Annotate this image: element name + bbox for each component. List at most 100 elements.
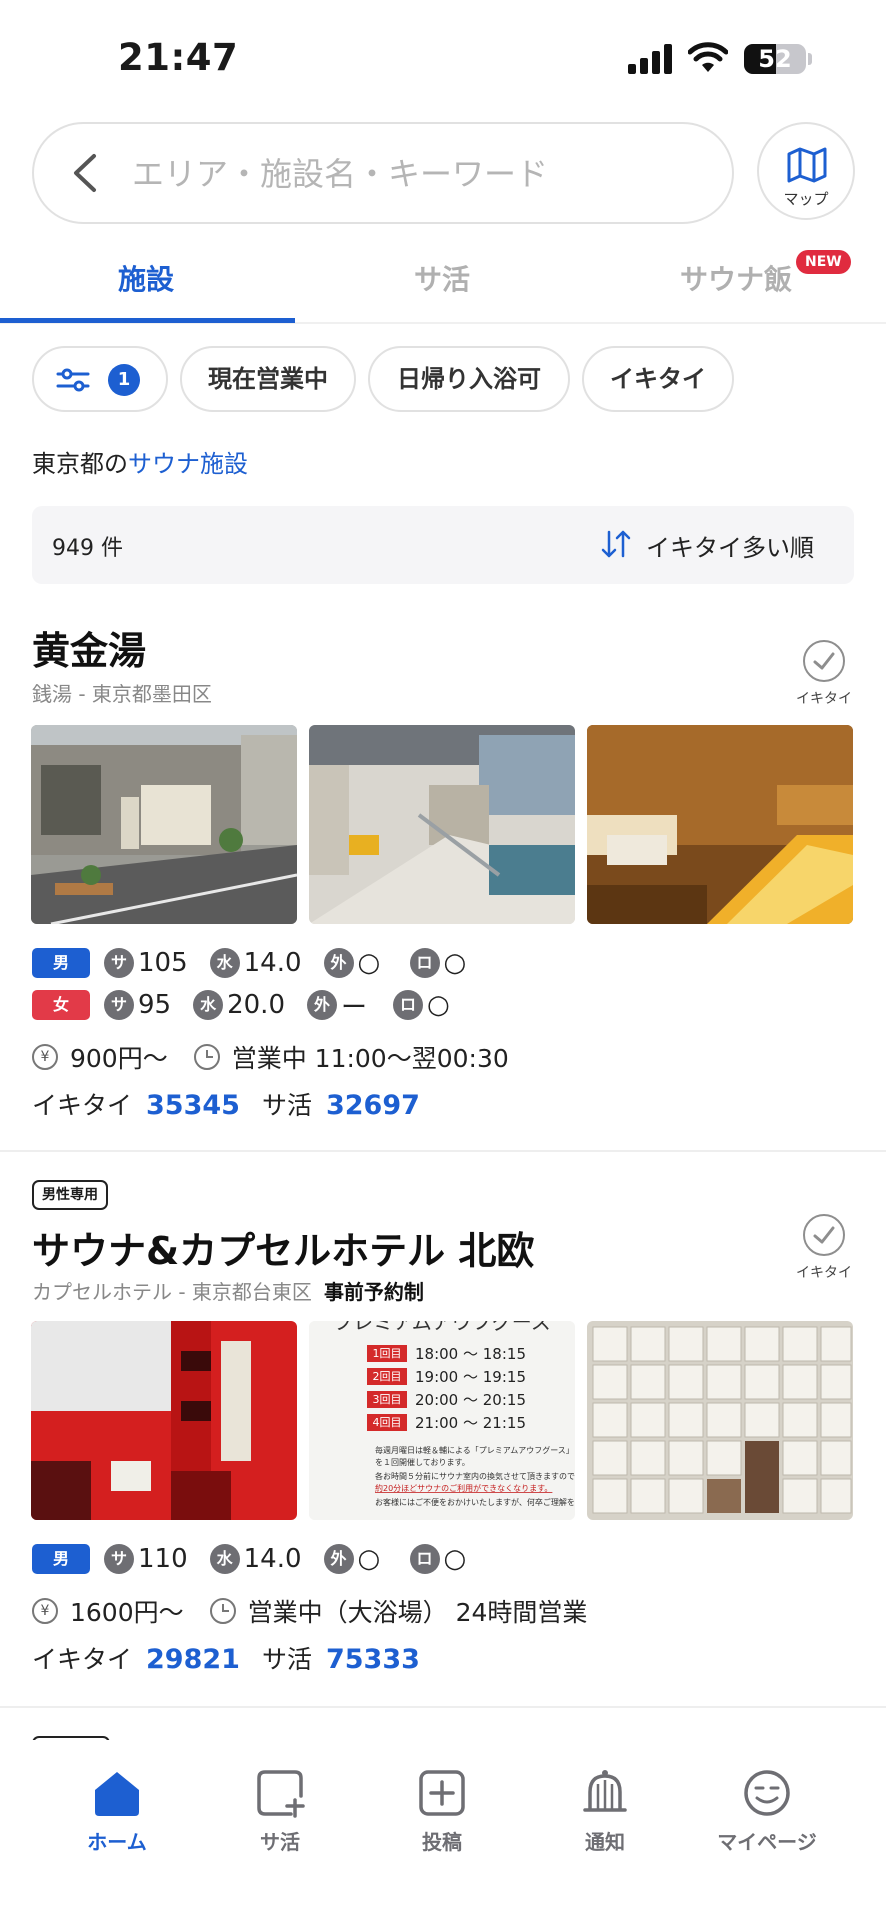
outdoor-air: ー xyxy=(340,992,367,1023)
back-chevron-icon[interactable] xyxy=(64,150,110,196)
facility-photo-bath[interactable] xyxy=(309,725,575,924)
facility-photo-exterior[interactable] xyxy=(31,725,297,924)
filter-chip-day-bathing[interactable]: 日帰り入浴可 xyxy=(368,346,570,412)
facility-name[interactable]: サウナ&カプセルホテル 北欧 xyxy=(32,1220,534,1275)
popularity-counts: イキタイ 29821 サ活 75333 xyxy=(32,1640,442,1676)
nav-notifications-label: 通知 xyxy=(585,1830,625,1854)
result-count: 949 件 xyxy=(52,536,123,561)
lounge: ○ xyxy=(426,990,450,1020)
ikitai-button[interactable]: イキタイ xyxy=(796,1214,852,1282)
tab-sauna-meal[interactable]: サウナ飯 xyxy=(680,258,792,298)
new-badge: NEW xyxy=(796,250,851,274)
sakatsu-count-label: サ活 xyxy=(261,1645,312,1674)
poster-time-2: 19:00 〜 19:15 xyxy=(415,1368,526,1386)
price-hours-row: ¥ 900円〜 営業中 11:00〜翌00:30 xyxy=(32,1040,509,1074)
facility-photo-autograph-wall[interactable] xyxy=(587,1321,853,1520)
nav-home[interactable]: ホーム xyxy=(47,1768,187,1855)
male-sauna-stats: 男 サ 105 水 14.0 外 ○ ロ ○ xyxy=(32,946,496,980)
price: 900円〜 xyxy=(70,1044,168,1073)
search-input[interactable] xyxy=(132,146,692,202)
poster-round-3: 3回目 xyxy=(373,1393,402,1406)
nav-mypage[interactable]: マイページ xyxy=(697,1768,837,1855)
map-icon xyxy=(787,147,827,183)
facility-category-area: 銭湯 - 東京都墨田区 xyxy=(32,682,212,706)
sauna-temp: 110 xyxy=(138,1544,188,1574)
lounge: ○ xyxy=(443,948,467,978)
wifi-icon xyxy=(688,42,728,72)
ikitai-button-label: イキタイ xyxy=(796,691,852,707)
sauna-temp: 105 xyxy=(138,948,188,978)
sakatsu-post-icon xyxy=(257,1770,305,1818)
nav-post-label: 投稿 xyxy=(422,1830,462,1854)
filter-chip-ikitai[interactable]: イキタイ xyxy=(582,346,734,412)
poster-round-1: 1回目 xyxy=(373,1347,402,1360)
female-sauna-stats: 女 サ 95 水 20.0 外 ー ロ ○ xyxy=(32,988,479,1023)
facility-photo-exterior[interactable] xyxy=(31,1321,297,1520)
category-area: カプセルホテル - 東京都台東区 xyxy=(32,1280,312,1304)
nav-post[interactable]: 投稿 xyxy=(372,1768,512,1855)
poster-note-2: を１回開催しております。 xyxy=(375,1457,470,1467)
sauna-temp-icon: サ xyxy=(104,990,134,1020)
nav-sakatsu-label: サ活 xyxy=(260,1830,300,1854)
map-button[interactable]: マップ xyxy=(757,122,855,220)
male-sauna-stats: 男 サ 110 水 14.0 外 ○ ロ ○ xyxy=(32,1542,496,1576)
ikitai-count: 29821 xyxy=(146,1644,240,1675)
ikitai-count-label: イキタイ xyxy=(32,1091,133,1120)
card-divider xyxy=(0,1150,886,1152)
search-bar[interactable] xyxy=(32,122,734,224)
nav-sakatsu[interactable]: サ活 xyxy=(210,1768,350,1855)
poster-title: プレミアムアウフグース xyxy=(333,1321,551,1334)
facility-category-area: カプセルホテル - 東京都台東区 事前予約制 xyxy=(32,1276,424,1305)
filter-chip-open-now[interactable]: 現在営業中 xyxy=(180,346,356,412)
ikitai-button-label: イキタイ xyxy=(796,1265,852,1281)
sakatsu-count: 75333 xyxy=(325,1644,420,1675)
battery-percent: 52 xyxy=(758,45,792,73)
card-divider xyxy=(0,1706,886,1708)
business-hours: 営業中 11:00〜翌00:30 xyxy=(231,1044,509,1073)
poster-note-5: お客様にはご不便をおかけいたしますが、何卒ご理解を xyxy=(375,1497,575,1507)
price: 1600円〜 xyxy=(70,1598,184,1627)
area-link[interactable]: サウナ施設 xyxy=(128,450,248,478)
area-breadcrumb: 東京都のサウナ施設 xyxy=(32,444,248,479)
sort-arrows-icon[interactable] xyxy=(600,528,632,560)
outdoor-air-icon: 外 xyxy=(323,948,354,978)
sakatsu-count-label: サ活 xyxy=(261,1091,312,1120)
battery-icon: 52 xyxy=(744,44,806,74)
gender-tag-male: 男 xyxy=(32,1544,90,1574)
water-temp-icon: 水 xyxy=(209,948,240,978)
yen-icon: ¥ xyxy=(32,1598,58,1624)
tab-bar: 施設 サ活 サウナ飯 xyxy=(0,240,886,324)
sort-order-button[interactable]: イキタイ多い順 xyxy=(646,528,814,563)
check-circle-icon xyxy=(803,1214,845,1256)
facility-photo-aufguss-schedule[interactable]: プレミアムアウフグース 1回目 18:00 〜 18:15 2回目 19:00 … xyxy=(309,1321,575,1520)
clock-icon xyxy=(209,1598,236,1624)
sauna-temp-icon: サ xyxy=(104,948,134,978)
lounge: ○ xyxy=(443,1544,467,1574)
sauna-temp: 95 xyxy=(138,990,172,1020)
signal-icon xyxy=(628,44,672,74)
sakatsu-count: 32697 xyxy=(325,1090,420,1121)
tab-sakatsu[interactable]: サ活 xyxy=(414,258,470,298)
men-only-badge: 男性専用 xyxy=(32,1180,108,1210)
poster-round-4: 4回目 xyxy=(373,1416,402,1429)
tab-facilities[interactable]: 施設 xyxy=(118,258,174,298)
outdoor-air-icon: 外 xyxy=(306,990,337,1020)
sort-bar: 949 件 イキタイ多い順 xyxy=(32,506,854,584)
ikitai-count-label: イキタイ xyxy=(32,1645,133,1674)
filter-settings-button[interactable]: 1 xyxy=(32,346,168,412)
facility-photo-sauna-room[interactable] xyxy=(587,725,853,924)
bottom-nav: ホーム サ活 投稿 通知 マイページ xyxy=(0,1740,886,1920)
lounge-icon: ロ xyxy=(409,1544,440,1574)
poster-time-1: 18:00 〜 18:15 xyxy=(415,1345,526,1363)
lounge-icon: ロ xyxy=(392,990,423,1020)
smiley-icon xyxy=(744,1770,790,1816)
facility-name[interactable]: 黄金湯 xyxy=(32,620,146,675)
poster-time-3: 20:00 〜 20:15 xyxy=(415,1391,526,1409)
plus-square-icon xyxy=(419,1770,465,1816)
poster-note-4: 約20分ほどサウナのご利用ができなくなります。 xyxy=(375,1483,552,1493)
nav-home-label: ホーム xyxy=(87,1830,147,1854)
ikitai-button[interactable]: イキタイ xyxy=(796,640,852,708)
nav-notifications[interactable]: 通知 xyxy=(535,1768,675,1855)
home-icon xyxy=(95,1772,139,1816)
filter-count-badge: 1 xyxy=(108,364,140,396)
